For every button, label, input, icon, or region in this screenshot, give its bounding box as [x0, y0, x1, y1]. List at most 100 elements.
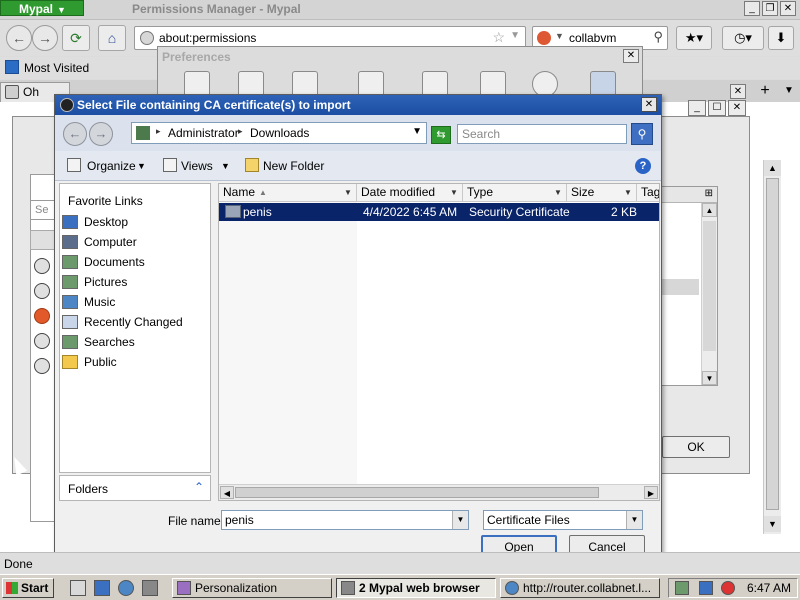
home-button[interactable]: ⌂: [98, 25, 126, 51]
column-size[interactable]: Size ▼: [567, 184, 637, 202]
column-date[interactable]: Date modified ▼: [357, 184, 463, 202]
perm-minimize-button[interactable]: _: [688, 100, 706, 116]
chevron-down-icon[interactable]: ▼: [626, 511, 642, 529]
chevron-down-icon[interactable]: ▼: [137, 161, 146, 171]
favorite-public[interactable]: Public: [60, 352, 210, 372]
views-button[interactable]: Views: [181, 159, 213, 173]
globe-icon[interactable]: [34, 358, 50, 374]
chevron-down-icon[interactable]: ▼: [554, 184, 564, 200]
column-name[interactable]: Name ▲ ▼: [219, 184, 357, 202]
internet-explorer-icon[interactable]: [118, 580, 134, 596]
file-type-select[interactable]: Certificate Files ▼: [483, 510, 643, 530]
globe-icon[interactable]: [34, 333, 50, 349]
chevron-down-icon[interactable]: ▸: [238, 126, 243, 137]
close-window-button[interactable]: ✕: [780, 1, 796, 16]
column-type[interactable]: Type ▼: [463, 184, 567, 202]
breadcrumb-downloads[interactable]: Downloads: [250, 126, 309, 140]
show-desktop-icon[interactable]: [94, 580, 110, 596]
favorite-pictures[interactable]: Pictures: [60, 272, 210, 292]
chevron-down-icon[interactable]: ▼: [412, 126, 422, 137]
scroll-left-arrow[interactable]: ◀: [220, 486, 234, 499]
refresh-button[interactable]: ⇆: [431, 126, 451, 144]
duckduckgo-icon[interactable]: [537, 31, 551, 45]
globe-icon[interactable]: [34, 258, 50, 274]
chevron-down-icon[interactable]: ▼: [344, 184, 354, 200]
chevron-up-icon[interactable]: ⌃: [194, 480, 204, 494]
forward-button[interactable]: →: [32, 25, 58, 51]
favorite-desktop[interactable]: Desktop: [60, 212, 210, 232]
new-folder-button[interactable]: New Folder: [263, 159, 324, 173]
permissions-list[interactable]: ⊞ ▲ ▼: [658, 186, 718, 386]
search-icon[interactable]: ⚲: [653, 29, 663, 45]
chevron-down-icon[interactable]: ▼: [452, 511, 468, 529]
favorite-music[interactable]: Music: [60, 292, 210, 312]
perm-maximize-button[interactable]: ☐: [708, 100, 726, 116]
start-button[interactable]: Start: [2, 578, 54, 598]
favorite-recently-changed[interactable]: Recently Changed: [60, 312, 210, 332]
perm-close-button[interactable]: ✕: [728, 100, 746, 116]
horizontal-scrollbar[interactable]: ◀ ▶: [219, 484, 659, 500]
page-scrollbar[interactable]: ▲ ▼: [763, 160, 781, 534]
ok-button[interactable]: OK: [662, 436, 730, 458]
tab-list-button[interactable]: ▼: [780, 82, 798, 100]
scroll-down-arrow[interactable]: ▼: [764, 516, 781, 532]
minimize-button[interactable]: _: [744, 1, 760, 16]
scrollbar-thumb[interactable]: [703, 221, 716, 351]
action-center-icon[interactable]: [675, 581, 689, 595]
scrollbar-thumb[interactable]: [235, 487, 599, 498]
download-button[interactable]: ⬇: [768, 26, 794, 50]
reload-button[interactable]: ⟳: [62, 25, 90, 51]
scroll-up-arrow[interactable]: ▲: [702, 203, 717, 217]
preferences-close-button[interactable]: ✕: [623, 49, 639, 63]
table-row[interactable]: penis 4/4/2022 6:45 AM Security Certific…: [219, 203, 659, 221]
app-menu-button[interactable]: Mypal ▼: [0, 0, 84, 16]
mypal-icon[interactable]: [142, 580, 158, 596]
column-tag[interactable]: Tag: [637, 184, 659, 202]
file-list[interactable]: Name ▲ ▼ Date modified ▼ Type ▼ Size ▼ Tag pe…: [218, 183, 660, 501]
clock[interactable]: 6:47 AM: [747, 581, 791, 595]
taskbar-mypal[interactable]: 2 Mypal web browser: [336, 578, 496, 598]
scroll-right-arrow[interactable]: ▶: [644, 486, 658, 499]
folders-toggle[interactable]: Folders ⌃: [59, 475, 211, 501]
selected-row[interactable]: [659, 279, 699, 295]
back-button[interactable]: ←: [6, 25, 32, 51]
history-button[interactable]: ◷▾: [722, 26, 764, 50]
chevron-down-icon[interactable]: ▼: [624, 184, 634, 200]
chevron-down-icon[interactable]: ▼: [221, 161, 230, 171]
dialog-close-button[interactable]: ✕: [641, 97, 657, 112]
close-tab-button[interactable]: ✕: [730, 84, 746, 99]
globe-icon[interactable]: [34, 283, 50, 299]
breadcrumb[interactable]: ▸ Administrator ▸ Downloads ▼: [131, 122, 427, 144]
bookmark-star-icon[interactable]: ☆: [492, 29, 505, 46]
scrollbar-thumb[interactable]: [766, 178, 779, 510]
duckduckgo-icon[interactable]: [34, 308, 50, 324]
favorite-computer[interactable]: Computer: [60, 232, 210, 252]
taskbar-router[interactable]: http://router.collabnet.l...: [500, 578, 660, 598]
chevron-down-icon[interactable]: ▸: [156, 126, 161, 137]
help-icon[interactable]: ?: [635, 158, 651, 174]
forward-button[interactable]: →: [89, 122, 113, 146]
favorite-documents[interactable]: Documents: [60, 252, 210, 272]
chevron-down-icon[interactable]: ▼: [510, 30, 520, 41]
column-picker-icon[interactable]: ⊞: [705, 188, 713, 199]
search-input[interactable]: Search: [457, 124, 627, 144]
bookmark-most-visited[interactable]: Most Visited: [24, 61, 89, 75]
search-icon[interactable]: ⚲: [631, 123, 653, 145]
back-button[interactable]: ←: [63, 122, 87, 146]
breadcrumb-administrator[interactable]: Administrator: [168, 126, 239, 140]
restore-button[interactable]: ❐: [762, 1, 778, 16]
list-scrollbar[interactable]: ▲ ▼: [701, 203, 717, 385]
server-manager-icon[interactable]: [70, 580, 86, 596]
file-name-input[interactable]: penis ▼: [221, 510, 469, 530]
taskbar-personalization[interactable]: Personalization: [172, 578, 332, 598]
scroll-up-arrow[interactable]: ▲: [764, 160, 781, 176]
scroll-down-arrow[interactable]: ▼: [702, 371, 717, 385]
favorite-searches[interactable]: Searches: [60, 332, 210, 352]
network-icon[interactable]: [699, 581, 713, 595]
chevron-down-icon[interactable]: ▼: [450, 184, 460, 200]
organize-button[interactable]: Organize: [87, 159, 136, 173]
chevron-down-icon[interactable]: ▼: [555, 31, 564, 41]
bookmarks-menu-button[interactable]: ★▾: [676, 26, 712, 50]
volume-muted-icon[interactable]: [721, 581, 735, 595]
new-tab-button[interactable]: +: [755, 82, 775, 100]
